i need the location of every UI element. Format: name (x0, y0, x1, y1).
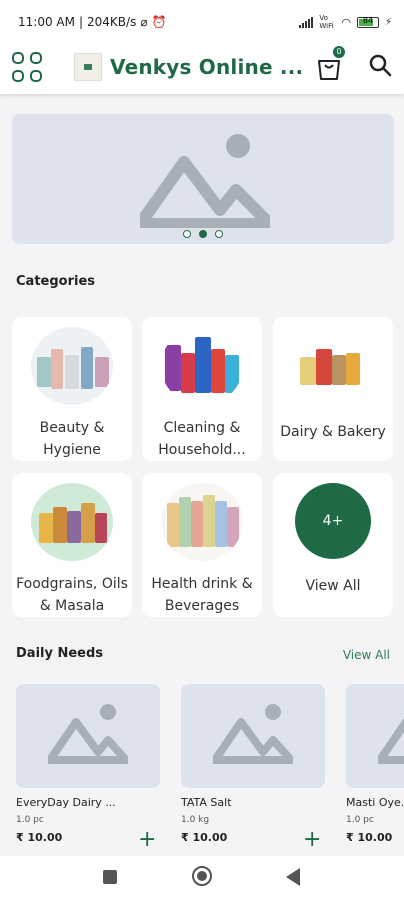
app-bar: Venkys Online ... 0 (0, 44, 404, 94)
category-label: Health drink & Beverages (151, 576, 253, 614)
category-label: Cleaning & Household... (158, 420, 246, 458)
signal-icon (299, 16, 314, 28)
category-view-all[interactable]: 4+ View All (273, 473, 393, 617)
product-price: ₹ 10.00 (346, 831, 393, 844)
category-image (31, 483, 113, 561)
grid-menu-icon[interactable] (12, 52, 46, 86)
network-label: Vo WiFi (319, 14, 334, 30)
daily-needs-title: Daily Needs (16, 646, 104, 661)
add-to-cart-button[interactable]: + (138, 829, 156, 851)
charging-icon: ⚡ (384, 16, 392, 28)
category-foodgrains-oils-masala[interactable]: Foodgrains, Oils & Masala (12, 473, 132, 617)
categories-title: Categories (16, 274, 96, 289)
product-image (181, 684, 325, 788)
store-logo (74, 53, 102, 81)
category-image (161, 327, 243, 405)
page-title: Venkys Online ... (110, 55, 304, 79)
category-health-drink-beverages[interactable]: Health drink & Beverages (142, 473, 262, 617)
banner-dot[interactable] (183, 230, 191, 238)
status-bar: 11:00 AM | 204KB/s ⌀ ⏰ Vo WiFi ◠ 84 ⚡ (0, 0, 404, 44)
add-to-cart-button[interactable]: + (303, 829, 321, 851)
category-image (292, 327, 374, 409)
category-image (31, 327, 113, 405)
image-placeholder-icon (378, 718, 404, 764)
image-placeholder-icon (48, 704, 128, 764)
product-name: Masti Oye... (346, 796, 404, 809)
battery-level: 84 (362, 15, 374, 25)
status-time: 11:00 AM (18, 15, 75, 29)
product-image (346, 684, 404, 788)
search-icon[interactable] (368, 53, 392, 77)
product-card[interactable]: Masti Oye... 1.0 pc ₹ 10.00 + (346, 684, 404, 844)
image-placeholder-icon (213, 704, 293, 764)
product-quantity: 1.0 pc (16, 815, 44, 825)
category-label: Dairy & Bakery (280, 424, 386, 440)
banner-pagination (12, 230, 394, 238)
promo-banner[interactable] (12, 114, 394, 244)
more-categories-badge: 4+ (295, 483, 371, 559)
product-card[interactable]: EveryDay Dairy ... 1.0 pc ₹ 10.00 + (16, 684, 171, 851)
category-beauty-hygiene[interactable]: Beauty & Hygiene (12, 317, 132, 461)
back-icon[interactable] (286, 868, 300, 886)
product-name: EveryDay Dairy ... (16, 796, 116, 809)
recents-icon[interactable] (103, 870, 117, 884)
wifi-icon: ◠ (341, 15, 351, 29)
banner-dot-active[interactable] (199, 230, 207, 238)
product-image (16, 684, 160, 788)
product-card[interactable]: TATA Salt 1.0 kg ₹ 10.00 + (181, 684, 336, 851)
daily-needs-view-all-link[interactable]: View All (343, 648, 390, 662)
category-label: Foodgrains, Oils & Masala (16, 576, 128, 614)
home-icon[interactable] (192, 866, 212, 886)
banner-dot[interactable] (215, 230, 223, 238)
category-cleaning-household[interactable]: Cleaning & Household... (142, 317, 262, 461)
mute-icon: ⌀ (140, 15, 148, 29)
image-placeholder-icon (140, 134, 270, 228)
category-image (161, 483, 243, 561)
category-dairy-bakery[interactable]: Dairy & Bakery (273, 317, 393, 461)
category-label: Beauty & Hygiene (39, 420, 105, 458)
product-name: TATA Salt (181, 796, 232, 809)
system-nav-bar (0, 856, 404, 900)
cart-count-badge: 0 (333, 46, 345, 58)
product-quantity: 1.0 kg (181, 815, 210, 825)
status-speed: 204KB/s (87, 15, 137, 29)
battery-icon: 84 (356, 15, 379, 28)
product-quantity: 1.0 pc (346, 815, 374, 825)
category-label: View All (305, 578, 361, 594)
alarm-icon: ⏰ (151, 15, 167, 29)
